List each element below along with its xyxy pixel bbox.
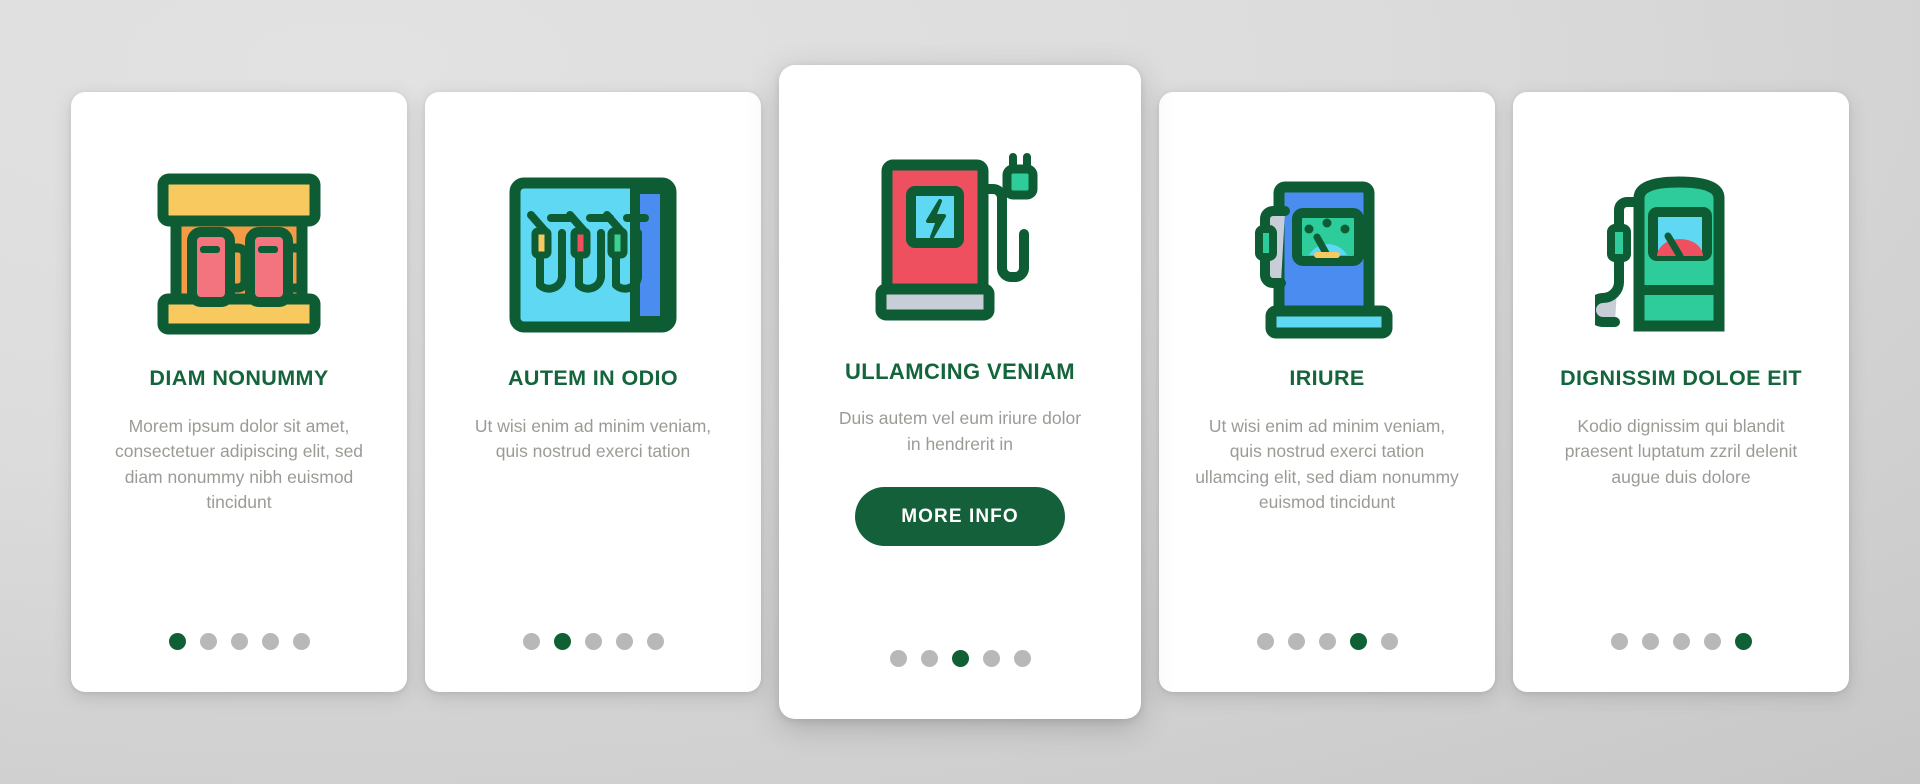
more-info-button[interactable]: MORE INFO — [855, 487, 1065, 547]
card-title: IRIURE — [1289, 366, 1365, 390]
pagination-dot-2[interactable] — [199, 633, 217, 650]
ev-charging-station-icon — [809, 121, 1111, 353]
pagination-dot-5[interactable] — [1734, 633, 1752, 650]
pagination-dot-4[interactable] — [1349, 633, 1367, 650]
pagination-dots — [1513, 633, 1849, 650]
card-title: DIGNISSIM DOLOE EIT — [1560, 366, 1802, 390]
pagination-dot-1[interactable] — [168, 633, 186, 650]
card-body: Kodio dignissim qui blandit praesent lup… — [1564, 415, 1798, 487]
pagination-dot-5[interactable] — [1013, 650, 1031, 667]
pagination-dot-4[interactable] — [261, 633, 279, 650]
pagination-dot-2[interactable] — [553, 633, 571, 650]
pagination-dot-2[interactable] — [920, 650, 938, 667]
onboarding-card-5[interactable]: DIGNISSIM DOLOE EIT Kodio dignissim qui … — [1513, 92, 1849, 692]
pagination-dot-5[interactable] — [1380, 633, 1398, 650]
pagination-dot-2[interactable] — [1641, 633, 1659, 650]
card-title: DIAM NONUMMY — [149, 366, 329, 390]
pagination-dot-3[interactable] — [1318, 633, 1336, 650]
pagination-dot-4[interactable] — [1703, 633, 1721, 650]
card-body: Duis autem vel eum iriure dolor in hendr… — [838, 408, 1082, 454]
pagination-dots — [1159, 633, 1495, 650]
pagination-dot-3[interactable] — [951, 650, 969, 667]
pagination-dot-4[interactable] — [982, 650, 1000, 667]
pagination-dot-1[interactable] — [522, 633, 540, 650]
pagination-dot-1[interactable] — [1610, 633, 1628, 650]
onboarding-card-2[interactable]: AUTEM IN ODIO Ut wisi enim ad minim veni… — [425, 92, 761, 692]
card-body: Ut wisi enim ad minim veniam, quis nostr… — [474, 415, 712, 462]
gas-station-canopy-icon — [97, 150, 381, 360]
onboarding-card-4[interactable]: IRIURE Ut wisi enim ad minim veniam, qui… — [1159, 92, 1495, 692]
fuel-nozzles-row-icon — [451, 150, 735, 360]
pagination-dot-1[interactable] — [1256, 633, 1274, 650]
card-carousel: DIAM NONUMMY Morem ipsum dolor sit amet,… — [0, 0, 1920, 784]
card-body: Ut wisi enim ad minim veniam, quis nostr… — [1195, 415, 1459, 512]
onboarding-card-3[interactable]: ULLAMCING VENIAM Duis autem vel eum iriu… — [779, 65, 1141, 719]
pagination-dot-3[interactable] — [1672, 633, 1690, 650]
pagination-dot-5[interactable] — [646, 633, 664, 650]
card-title: ULLAMCING VENIAM — [844, 359, 1076, 384]
fuel-pump-gauge-green-icon — [1539, 150, 1823, 360]
pagination-dots — [71, 633, 407, 650]
pagination-dot-3[interactable] — [584, 633, 602, 650]
pagination-dot-5[interactable] — [292, 633, 310, 650]
fuel-pump-gauge-blue-icon — [1185, 150, 1469, 360]
onboarding-card-1[interactable]: DIAM NONUMMY Morem ipsum dolor sit amet,… — [71, 92, 407, 692]
card-title: AUTEM IN ODIO — [507, 366, 679, 390]
pagination-dot-1[interactable] — [889, 650, 907, 667]
pagination-dots — [779, 650, 1141, 667]
pagination-dots — [425, 633, 761, 650]
pagination-dot-4[interactable] — [615, 633, 633, 650]
pagination-dot-3[interactable] — [230, 633, 248, 650]
card-body: Morem ipsum dolor sit amet, consectetuer… — [114, 415, 364, 512]
pagination-dot-2[interactable] — [1287, 633, 1305, 650]
onboarding-screens-stage: DIAM NONUMMY Morem ipsum dolor sit amet,… — [0, 0, 1920, 784]
